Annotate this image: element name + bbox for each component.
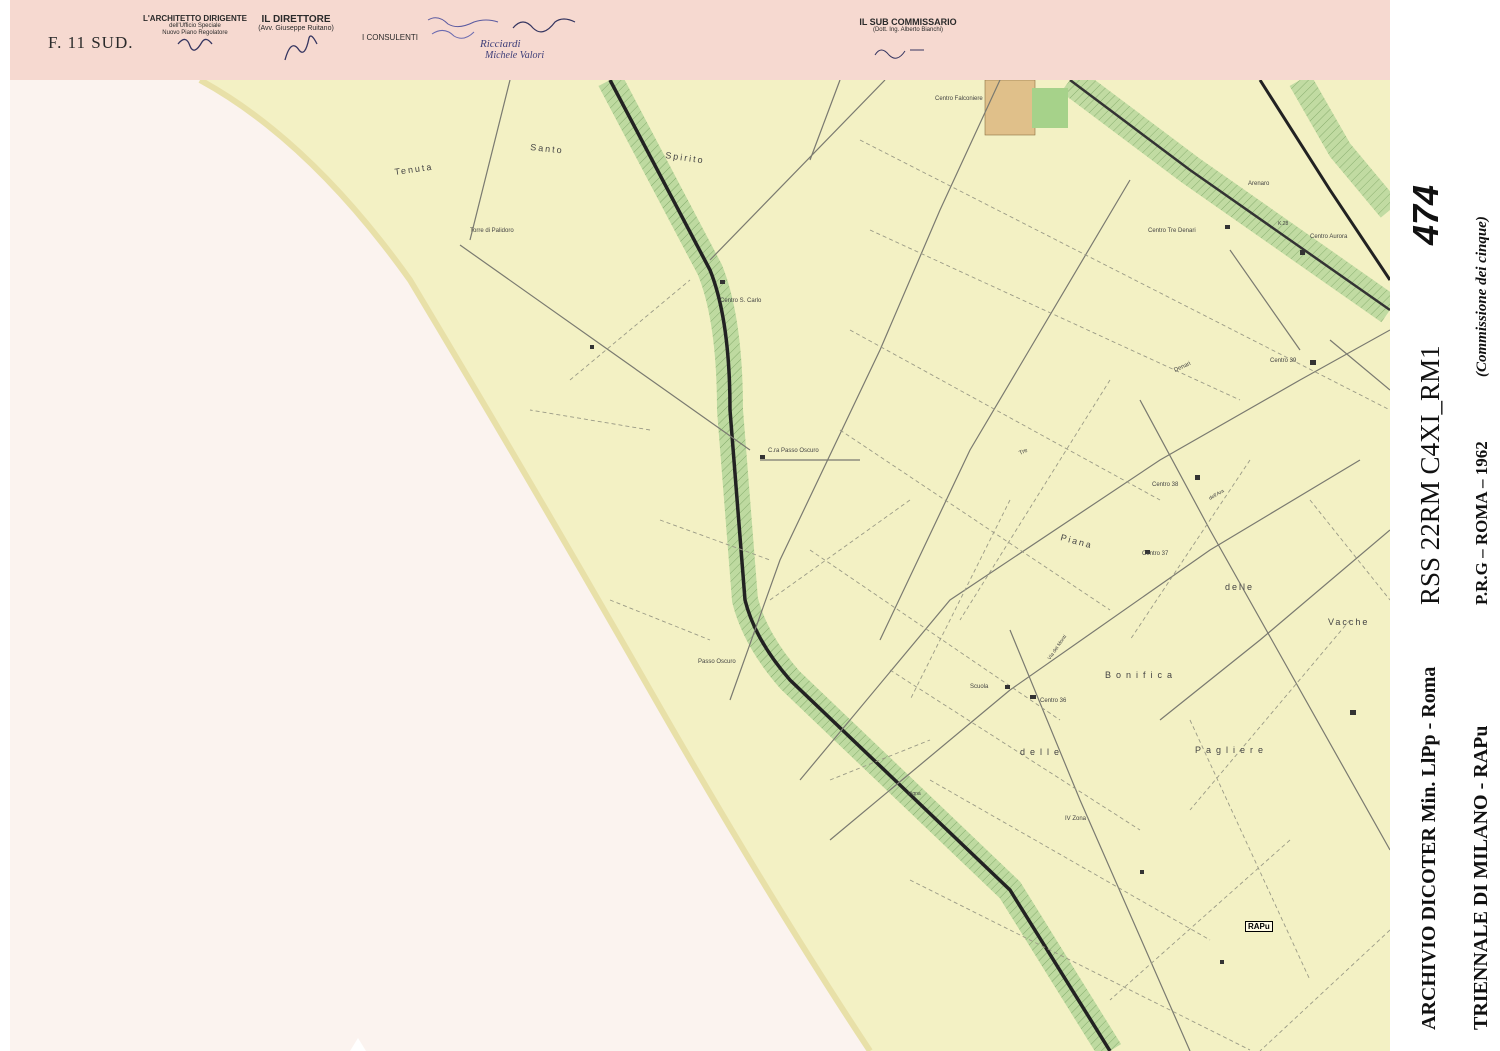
label-km: K.28: [1278, 221, 1289, 227]
torn-edge: [350, 1038, 366, 1051]
label-vacche: Vacche: [1328, 617, 1369, 627]
label-centro-37: Centro 37: [1142, 551, 1169, 557]
institution-text: TRIENNALE DI MILANO - RAPu: [1470, 725, 1492, 1030]
label-bonifica: Bonifica: [1105, 670, 1177, 680]
handwritten-signatures: [177, 17, 924, 61]
label-passo-oscuro: Passo Oscuro: [698, 659, 736, 665]
commission-text: (Commissione dei cinque): [1474, 216, 1490, 377]
label-centro-tre-denari: Centro Tre Denari: [1148, 228, 1196, 234]
label-delle-2: delle: [1020, 747, 1064, 757]
rapu-stamp: RAPu: [1245, 921, 1273, 932]
land-area: [200, 80, 1390, 1051]
label-centro-san-carlo: Centro S. Carlo: [720, 298, 762, 304]
label-delle-1: delle: [1225, 582, 1254, 592]
label-scuola: Scuola: [970, 684, 989, 690]
map-area: Tenuta Santo Spirito Torre di Palidoro C…: [198, 80, 1390, 1051]
title-block: F. 11 SUD. L'ARCHITETTO DIRIGENTE dell'U…: [10, 0, 1390, 80]
green-park-block: [1032, 88, 1068, 128]
archive-code: RSS 22RM C4XI_RM1: [1415, 345, 1445, 605]
label-vigna: Vigna: [908, 791, 921, 797]
label-pagliere: Pagliere: [1195, 745, 1268, 755]
label-centro-36: Centro 36: [1040, 698, 1067, 704]
label-torre: Torre di Palidoro: [470, 228, 514, 234]
map-sheet: F. 11 SUD. L'ARCHITETTO DIRIGENTE dell'U…: [10, 0, 1390, 1051]
label-arenaro: Arenaro: [1248, 181, 1270, 187]
label-casa-passo-oscuro: C.ra Passo Oscuro: [768, 448, 819, 454]
label-centro-39: Centro 39: [1270, 358, 1297, 364]
label-iv-zona: IV Zona: [1065, 816, 1087, 822]
sheet-archive-number: 474: [1405, 184, 1446, 245]
label-centro-38: Centro 38: [1152, 482, 1179, 488]
archive-text: ARCHIVIO DICOTER Min. LlPp - Roma: [1418, 666, 1440, 1030]
centro-falconiere-block: [984, 80, 1036, 136]
label-centro-aurora: Centro Aurora: [1310, 234, 1348, 240]
label-centro-falconiere: Centro Falconiere: [935, 96, 983, 102]
plan-text: P.R.G – ROMA – 1962: [1472, 441, 1491, 605]
